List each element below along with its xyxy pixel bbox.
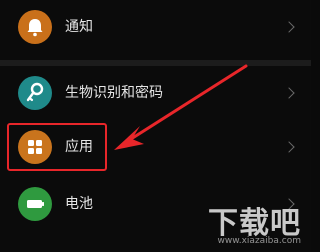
highlight-box bbox=[7, 123, 107, 171]
settings-item-label: 电池 bbox=[65, 196, 93, 212]
bell-icon bbox=[18, 10, 52, 44]
settings-item-biometrics-password[interactable]: 生物识别和密码 bbox=[0, 66, 311, 118]
battery-icon bbox=[18, 187, 52, 221]
chevron-right-icon bbox=[283, 141, 295, 153]
settings-item-notifications[interactable]: 通知 bbox=[0, 0, 311, 52]
settings-item-label: 生物识别和密码 bbox=[65, 85, 163, 101]
settings-item-label: 通知 bbox=[65, 19, 93, 35]
chevron-right-icon bbox=[283, 87, 295, 99]
chevron-right-icon bbox=[283, 21, 295, 33]
key-icon bbox=[18, 76, 52, 110]
watermark: 下载吧 www.xiazaiba.com bbox=[177, 198, 305, 246]
settings-screen: 通知 生物识别和密码 应用 电池 下载吧 www.xiazaiba.com bbox=[0, 0, 311, 252]
watermark-url: www.xiazaiba.com bbox=[217, 236, 301, 246]
